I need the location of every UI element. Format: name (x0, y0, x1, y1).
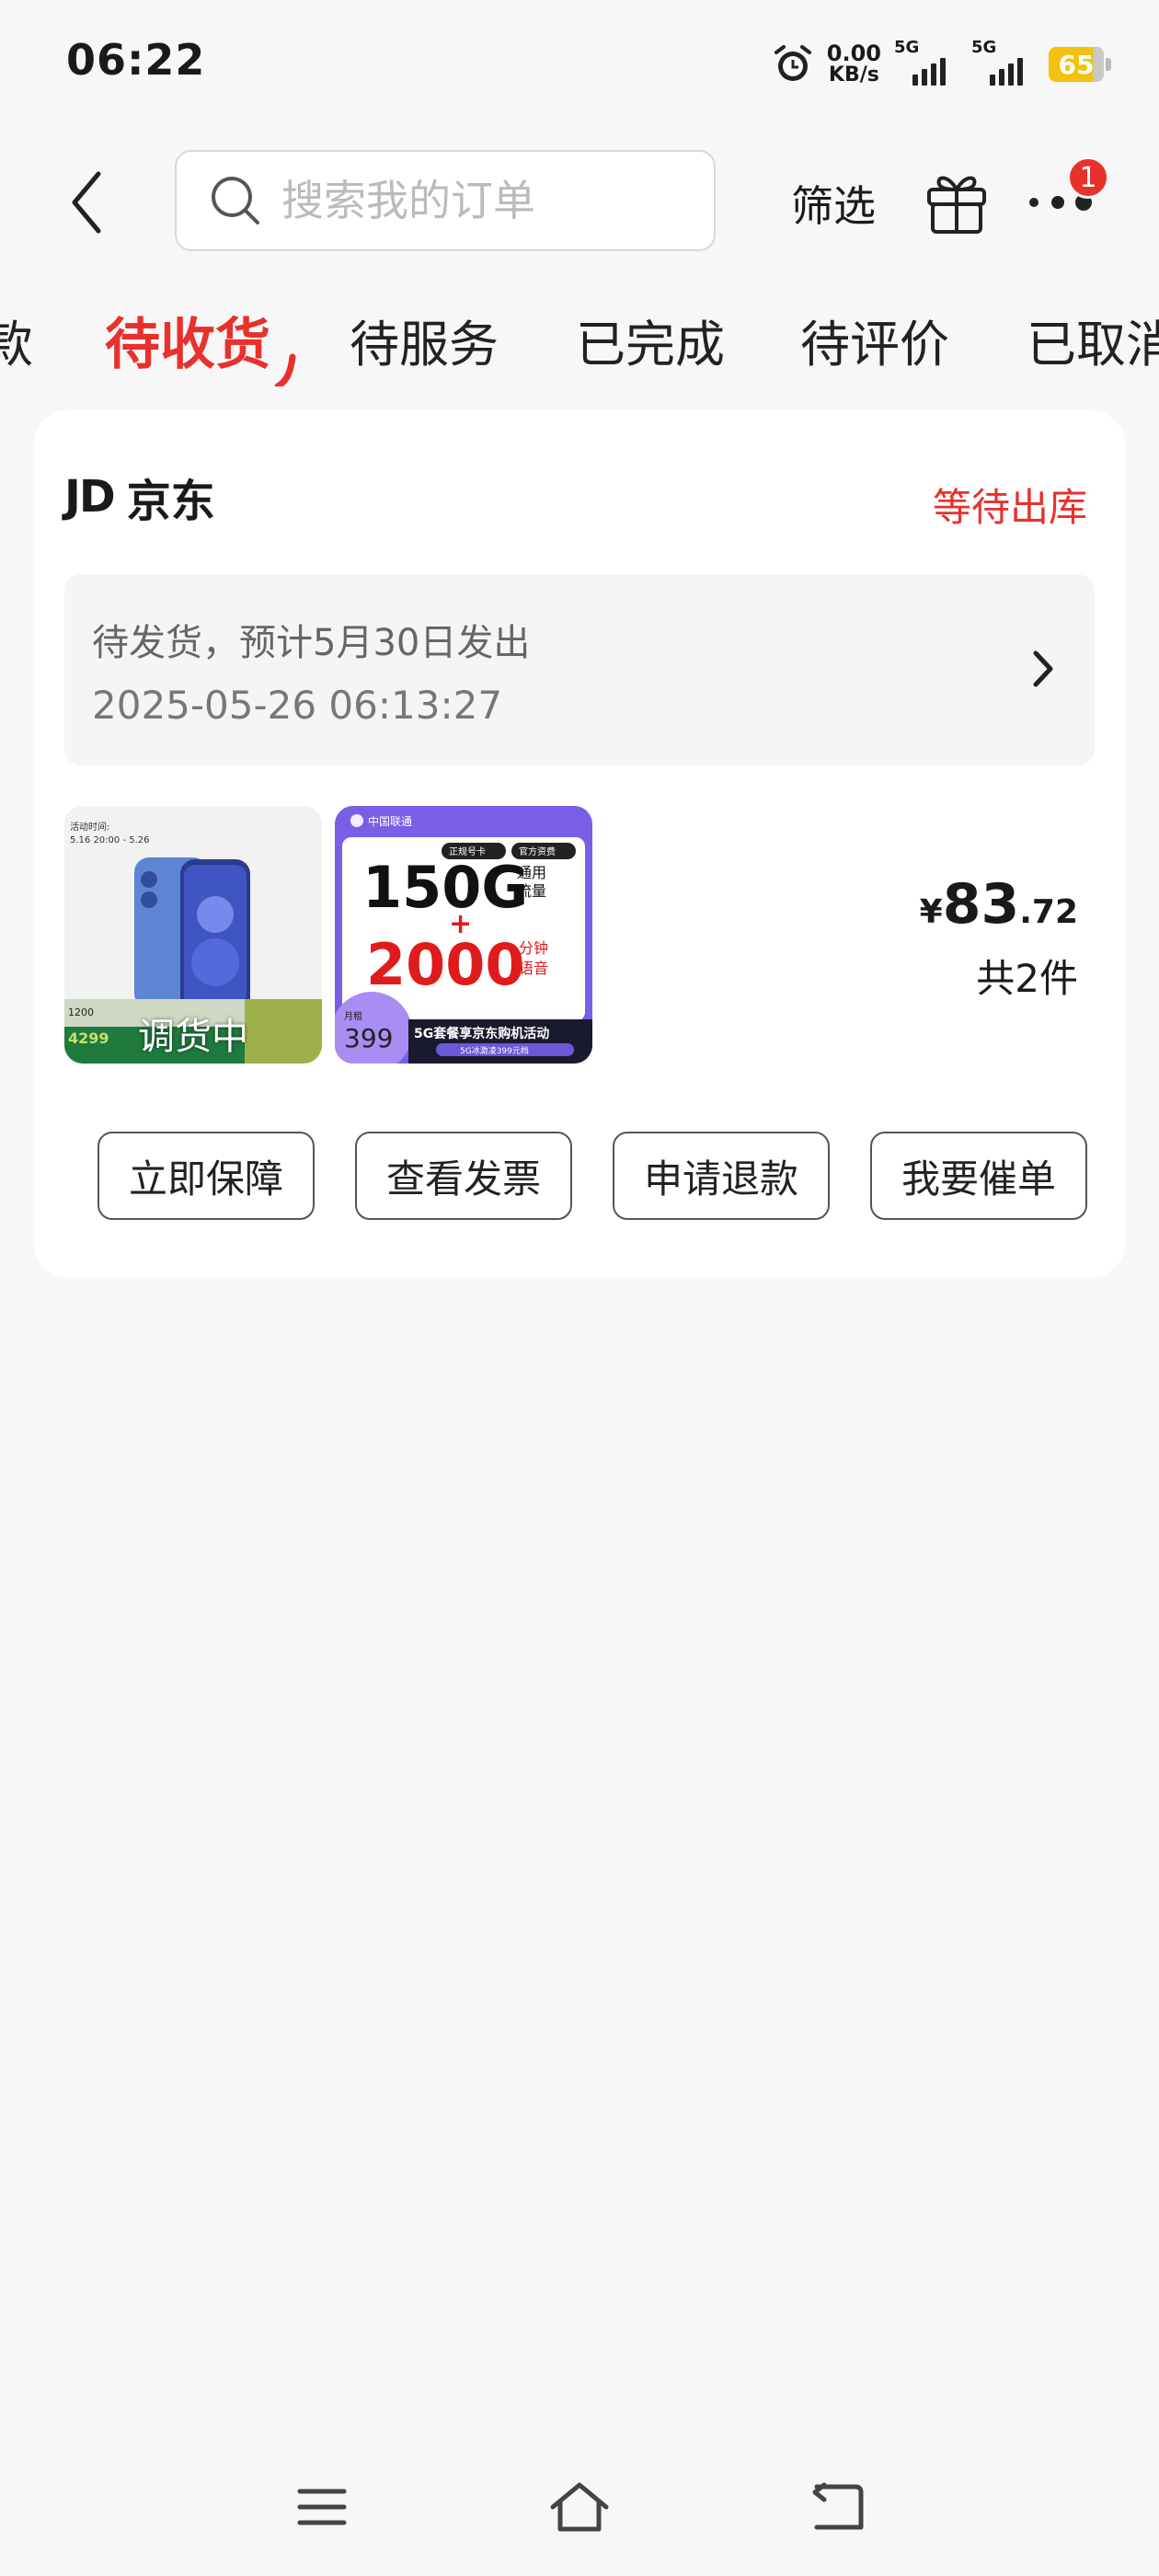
back-button[interactable] (55, 166, 120, 239)
home-icon (550, 2482, 609, 2532)
product-thumbnail-phone[interactable]: 活动时间: 5.16 20:00 - 5.26 1200 4299 调货中 (64, 806, 322, 1064)
svg-text:活动时间:: 活动时间: (70, 821, 109, 833)
phone-promo-date: 5.16 20:00 - 5.26 (70, 835, 150, 845)
return-nav-button[interactable] (800, 2475, 874, 2539)
tab-to-receive[interactable]: 待收货 (105, 304, 270, 380)
sim-banner: 5G套餐享京东购机活动 (414, 1026, 549, 1041)
product-thumbnail-sim[interactable]: 中国联通 正规号卡 官方资费 150G 通用 流量 + 2000 分钟 语音 月… (335, 806, 592, 1064)
order-status: 等待出库 (932, 485, 1087, 530)
sim-sub-banner: 5G冰激凌399元档 (460, 1045, 529, 1056)
order-time: 2025-05-26 06:13:27 (92, 683, 503, 728)
battery-indicator: 65 (1049, 47, 1111, 82)
gift-button[interactable] (920, 164, 993, 237)
svg-text:分钟: 分钟 (519, 939, 548, 957)
status-indicators: 0.00 KB/s 5G 5G 65 (772, 37, 1111, 92)
sim-product-image: 中国联通 正规号卡 官方资费 150G 通用 流量 + 2000 分钟 语音 月… (335, 806, 592, 1064)
signal-2: 5G (971, 38, 1036, 86)
request-refund-button[interactable]: 申请退款 (613, 1132, 830, 1220)
chevron-right-icon (1033, 650, 1053, 687)
active-tab-indicator (274, 353, 296, 386)
back-icon (72, 171, 101, 234)
menu-icon (297, 2489, 347, 2525)
filter-button[interactable]: 筛选 (791, 173, 876, 234)
protection-button[interactable]: 立即保障 (98, 1132, 315, 1220)
jd-logo: JD (64, 471, 116, 523)
more-button[interactable]: 1 (1023, 156, 1109, 237)
alarm-icon (774, 45, 811, 81)
item-overlay-status: 调货中 (138, 1016, 248, 1058)
home-nav-button[interactable] (543, 2475, 616, 2539)
sim-monthly-price: 399 (344, 1023, 393, 1053)
search-icon (212, 177, 259, 224)
order-tabs: 款 待收货 待服务 已完成 待评价 已取消 (0, 304, 1159, 386)
price-currency: ¥ (919, 893, 943, 931)
net-speed-value: 0.00 (826, 40, 881, 66)
price-decimal: .72 (1019, 893, 1078, 931)
signal-1-label: 5G (894, 38, 920, 57)
tab-to-service[interactable]: 待服务 (350, 304, 499, 376)
tab-pending-payment[interactable]: 款 (0, 304, 33, 376)
ship-status-text: 待发货，预计5月30日发出 (92, 622, 531, 664)
sim-monthly-label: 月租 (344, 1010, 362, 1022)
svg-text:流量: 流量 (517, 882, 546, 900)
signal-2-label: 5G (971, 38, 997, 57)
shop-header[interactable]: JD 京东 (64, 465, 215, 529)
signal-1: 5G (894, 38, 958, 86)
net-speed: 0.00 KB/s (827, 42, 881, 86)
battery-level: 65 (1058, 49, 1095, 80)
item-count: 共2件 (976, 956, 1078, 1001)
shipping-info[interactable]: 待发货，预计5月30日发出 2025-05-26 06:13:27 (64, 574, 1095, 765)
more-badge: 1 (1067, 156, 1109, 199)
urge-order-button[interactable]: 我要催单 (870, 1132, 1087, 1220)
svg-text:语音: 语音 (519, 960, 548, 977)
tab-cancelled[interactable]: 已取消 (1027, 304, 1159, 376)
net-speed-unit: KB/s (828, 63, 879, 86)
sim-minutes: 2000 (366, 931, 525, 998)
search-input[interactable] (281, 176, 686, 225)
svg-text:通用: 通用 (517, 864, 546, 881)
view-invoice-button[interactable]: 查看发票 (355, 1132, 572, 1220)
menu-nav-button[interactable] (285, 2475, 359, 2539)
sim-brand: 中国联通 (368, 814, 412, 828)
sim-data: 150G (362, 854, 528, 921)
return-icon (812, 2482, 864, 2530)
shop-name: 京东 (126, 476, 215, 527)
tab-to-review[interactable]: 待评价 (800, 304, 949, 376)
status-time: 06:22 (66, 35, 206, 85)
tab-completed[interactable]: 已完成 (576, 304, 725, 376)
search-box[interactable] (175, 150, 716, 251)
gift-icon (927, 176, 986, 234)
price-main: 83 (942, 872, 1020, 937)
order-price: ¥ 83 .72 (920, 872, 1078, 937)
